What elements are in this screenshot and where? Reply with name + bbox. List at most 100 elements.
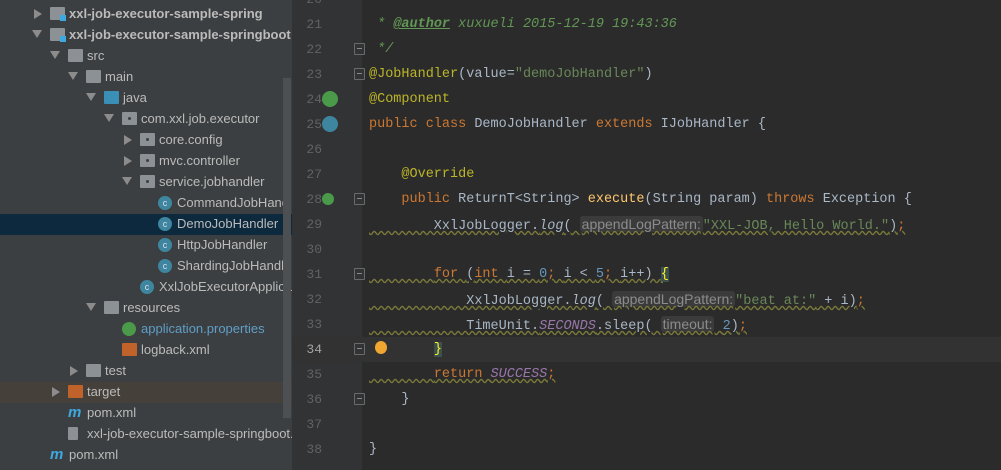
- code-token: {: [660, 267, 669, 282]
- tree-item[interactable]: mvc.controller: [0, 151, 292, 172]
- code-line[interactable]: for (int i = 0; i < 5; i++) {: [369, 262, 669, 287]
- code-token: ReturnT<String>: [458, 192, 588, 207]
- code-token: ): [889, 219, 898, 234]
- code-token: ): [730, 319, 739, 334]
- fold-marker-icon[interactable]: [354, 193, 365, 205]
- fold-marker-icon[interactable]: [354, 343, 365, 355]
- tree-item-label: resources: [123, 300, 181, 315]
- folder-icon: [68, 49, 83, 62]
- line-number: 30: [306, 242, 322, 257]
- project-tree-scrollbar[interactable]: [283, 78, 291, 418]
- code-line[interactable]: XxlJobLogger.log( appendLogPattern: "XXL-…: [369, 212, 905, 237]
- code-line[interactable]: public ReturnT<String> execute(String pa…: [369, 187, 911, 212]
- tree-item[interactable]: m pom.xml: [0, 403, 292, 424]
- line-number: 27: [306, 167, 322, 182]
- parameter-hint: appendLogPattern:: [579, 216, 703, 232]
- code-token: i <: [563, 267, 596, 282]
- tree-item[interactable]: src: [0, 46, 292, 67]
- expand-arrow-closed-icon[interactable]: [124, 156, 132, 166]
- tree-item[interactable]: xxl-job-executor-sample-springboot.iml: [0, 424, 292, 445]
- code-line[interactable]: * @author xuxueli 2015-12-19 19:43:36: [369, 12, 677, 37]
- tree-item[interactable]: c XxlJobExecutorApplication: [0, 277, 292, 298]
- code-token: SECONDS: [539, 319, 596, 334]
- tree-item[interactable]: test: [0, 361, 292, 382]
- expand-arrow-closed-icon[interactable]: [124, 135, 132, 145]
- fold-marker-icon[interactable]: [354, 393, 365, 405]
- fold-marker-icon[interactable]: [354, 268, 365, 280]
- tree-item[interactable]: application.properties: [0, 319, 292, 340]
- tree-item[interactable]: com.xxl.job.executor: [0, 109, 292, 130]
- line-number: 26: [306, 142, 322, 157]
- tree-item[interactable]: java: [0, 88, 292, 109]
- expand-arrow-open-icon[interactable]: [50, 51, 60, 59]
- code-token: execute: [587, 192, 645, 207]
- tree-item-label: XxlJobExecutorApplication: [159, 279, 292, 294]
- tree-item[interactable]: core.config: [0, 130, 292, 151]
- package-icon: [140, 175, 155, 188]
- tree-item-label: target: [87, 384, 121, 399]
- code-line[interactable]: return SUCCESS;: [369, 362, 556, 387]
- line-number: 20: [292, 0, 322, 12]
- code-token: @JobHandler: [369, 67, 459, 82]
- code-line[interactable]: */: [369, 37, 393, 62]
- tree-item-label: DemoJobHandler: [177, 216, 279, 231]
- class-icon: c: [158, 217, 172, 231]
- code-line[interactable]: @Component: [369, 87, 450, 112]
- code-token: ;: [897, 219, 906, 234]
- expand-arrow-open-icon[interactable]: [122, 177, 132, 185]
- code-token: .sleep(: [595, 319, 661, 334]
- package-icon: [122, 112, 137, 125]
- expand-arrow-closed-icon[interactable]: [34, 9, 42, 19]
- fold-marker-icon[interactable]: [354, 43, 365, 55]
- tree-item[interactable]: main: [0, 67, 292, 88]
- tree-item[interactable]: c CommandJobHandler: [0, 193, 292, 214]
- lightbulb-icon[interactable]: [375, 341, 387, 354]
- code-token: */: [369, 42, 394, 57]
- tree-item[interactable]: service.jobhandler: [0, 172, 292, 193]
- code-line[interactable]: @Override: [369, 162, 474, 187]
- code-line[interactable]: }: [369, 387, 409, 412]
- tree-item-label: main: [105, 69, 134, 84]
- expand-arrow-open-icon[interactable]: [68, 72, 78, 80]
- expand-arrow-open-icon[interactable]: [86, 303, 96, 311]
- code-line[interactable]: @JobHandler(value="demoJobHandler"): [369, 62, 653, 87]
- fold-marker-icon[interactable]: [354, 68, 365, 80]
- code-token: (value=: [458, 67, 515, 82]
- tree-item[interactable]: logback.xml: [0, 340, 292, 361]
- tree-item[interactable]: c ShardingJobHandler: [0, 256, 292, 277]
- line-number: 33: [306, 317, 322, 332]
- tree-item[interactable]: c DemoJobHandler: [0, 214, 292, 235]
- code-line[interactable]: }: [369, 437, 377, 462]
- expand-arrow-open-icon[interactable]: [104, 114, 114, 122]
- expand-arrow-closed-icon[interactable]: [70, 366, 78, 376]
- tree-item[interactable]: target: [0, 382, 292, 403]
- spring-class-icon[interactable]: [322, 116, 338, 132]
- expand-arrow-open-icon[interactable]: [32, 30, 42, 38]
- line-number: 35: [306, 367, 322, 382]
- line-number: 24: [306, 92, 322, 107]
- tree-item[interactable]: m pom.xml: [0, 445, 292, 466]
- tree-item-label: com.xxl.job.executor: [141, 111, 260, 126]
- line-number: 37: [306, 417, 322, 432]
- code-line[interactable]: *: [369, 0, 385, 12]
- expand-arrow-open-icon[interactable]: [86, 93, 96, 101]
- folder-source-icon: [104, 91, 119, 104]
- code-line[interactable]: TimeUnit.SECONDS.sleep( timeout: 2);: [369, 312, 747, 337]
- line-number: 32: [306, 292, 322, 307]
- tree-item[interactable]: c HttpJobHandler: [0, 235, 292, 256]
- code-line[interactable]: XxlJobLogger.log( appendLogPattern: "beat…: [369, 287, 865, 312]
- code-token: i++): [620, 267, 661, 282]
- line-number: 25: [306, 117, 322, 132]
- code-token: public: [401, 192, 459, 207]
- tree-item-label: logback.xml: [141, 342, 210, 357]
- code-token: public class: [369, 117, 475, 132]
- tree-item[interactable]: xxl-job-executor-sample-springboot: [0, 25, 292, 46]
- tree-item[interactable]: xxl-job-executor-sample-spring: [0, 4, 292, 25]
- tree-item[interactable]: resources: [0, 298, 292, 319]
- spring-bean-icon[interactable]: [322, 91, 338, 107]
- implements-method-icon[interactable]: [322, 193, 334, 205]
- expand-arrow-closed-icon[interactable]: [52, 387, 60, 397]
- code-line[interactable]: public class DemoJobHandler extends IJob…: [369, 112, 766, 137]
